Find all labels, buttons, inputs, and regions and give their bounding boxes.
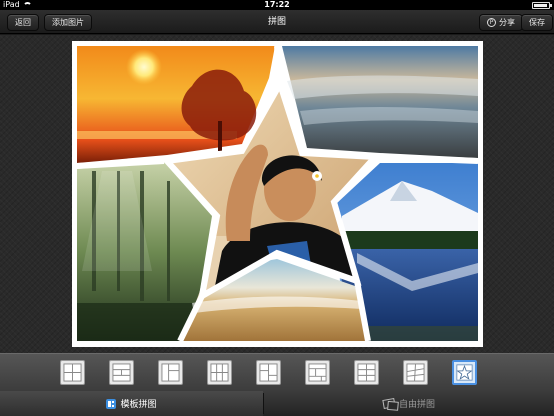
layout-mixed-icon <box>161 363 180 382</box>
layout-3x3-icon <box>210 363 229 382</box>
collage-canvas[interactable] <box>72 41 483 347</box>
photo-cell-seashore[interactable] <box>282 46 478 158</box>
save-button[interactable]: 保存 <box>521 14 553 31</box>
page-title: 拼图 <box>267 17 286 27</box>
bottom-tab-bar: 模板拼图 自由拼图 <box>0 391 554 416</box>
tab-template-label: 模板拼图 <box>120 400 157 410</box>
collage-workspace <box>0 35 554 353</box>
tab-template-collage[interactable]: 模板拼图 <box>0 391 263 416</box>
template-layout-2x2-a[interactable] <box>60 360 85 385</box>
navigation-bar: 返回 添加图片 拼图 P 分享 保存 <box>0 10 554 34</box>
layout-mixed-b-icon <box>259 363 278 382</box>
status-time: 17:22 <box>264 0 290 9</box>
template-layout-rows-a[interactable] <box>109 360 134 385</box>
star-layout-icon <box>456 364 473 381</box>
share-button[interactable]: P 分享 <box>479 14 523 31</box>
layout-rows-b-icon <box>308 363 327 382</box>
share-label: 分享 <box>499 18 515 27</box>
save-label: 保存 <box>529 18 545 27</box>
layout-grid-b-icon <box>357 363 376 382</box>
template-layout-3x3[interactable] <box>207 360 232 385</box>
tab-free-label: 自由拼图 <box>398 400 435 410</box>
grid-layout-icon <box>106 398 117 409</box>
layout-2x2-icon <box>63 363 82 382</box>
template-layout-rows-b[interactable] <box>305 360 330 385</box>
template-layout-grid-b[interactable] <box>354 360 379 385</box>
template-layout-star[interactable] <box>452 360 477 385</box>
free-collage-icon <box>382 398 396 409</box>
template-strip <box>0 353 554 391</box>
template-layout-mixed-b[interactable] <box>256 360 281 385</box>
template-layout-diagonal[interactable] <box>403 360 428 385</box>
tab-free-collage[interactable]: 自由拼图 <box>264 391 554 416</box>
template-layout-mixed-a[interactable] <box>158 360 183 385</box>
status-bar: iPad 17:22 <box>0 0 554 10</box>
layout-rows-icon <box>112 363 131 382</box>
layout-diagonal-icon <box>406 363 425 382</box>
battery-icon <box>532 2 552 9</box>
share-icon: P <box>487 18 496 27</box>
